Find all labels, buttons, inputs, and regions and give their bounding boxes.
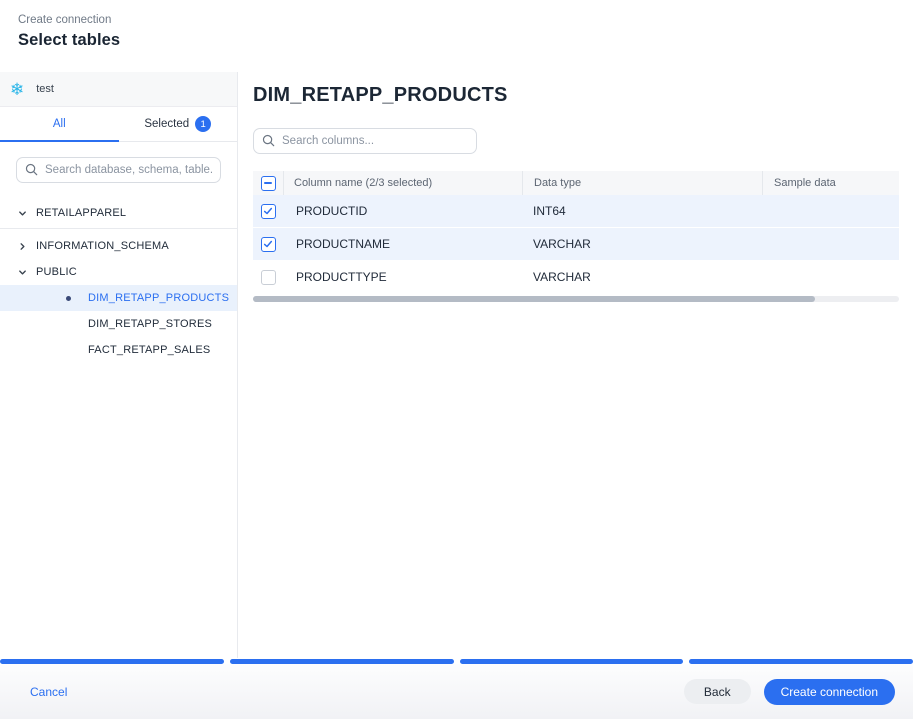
columns-search — [253, 128, 477, 154]
table-label: FACT_RETAPP_SALES — [88, 344, 210, 356]
step-segment — [689, 659, 913, 664]
create-connection-page: Create connection Select tables ❄ test A… — [0, 0, 913, 719]
sample-data-cell — [762, 261, 899, 293]
search-icon — [262, 134, 275, 147]
selected-dot-icon — [66, 296, 71, 301]
column-name-cell: PRODUCTTYPE — [283, 261, 522, 293]
table-row-productname[interactable]: PRODUCTNAME VARCHAR — [253, 228, 899, 261]
column-name-cell: PRODUCTID — [283, 195, 522, 227]
database-label: RETAILAPPAREL — [36, 207, 126, 219]
breadcrumb: Create connection — [18, 14, 913, 26]
horizontal-scrollbar[interactable] — [253, 296, 899, 302]
step-segment — [460, 659, 684, 664]
data-type-cell: VARCHAR — [522, 261, 762, 293]
tab-selected-label: Selected — [144, 118, 189, 130]
table-label: DIM_RETAPP_PRODUCTS — [88, 292, 229, 304]
tree-item-schema-public[interactable]: PUBLIC — [0, 259, 237, 285]
sample-data-cell — [762, 228, 899, 260]
top-header: Create connection Select tables — [0, 0, 913, 72]
schema-label: PUBLIC — [36, 266, 77, 278]
columns-table-header: Column name (2/3 selected) Data type Sam… — [253, 171, 899, 195]
sample-data-header: Sample data — [762, 171, 899, 195]
sample-data-cell — [762, 195, 899, 227]
tree-item-table-dim-retapp-products[interactable]: DIM_RETAPP_PRODUCTS — [0, 285, 237, 311]
chevron-down-icon — [18, 268, 36, 277]
row-checkbox[interactable] — [261, 270, 276, 285]
sidebar-tabs: All Selected 1 — [0, 107, 237, 142]
divider — [0, 228, 237, 229]
select-all-checkbox[interactable] — [261, 176, 276, 191]
footer: Cancel Back Create connection — [0, 664, 913, 719]
sidebar-search-input[interactable] — [16, 157, 221, 183]
cancel-link[interactable]: Cancel — [30, 685, 67, 699]
main-panel: DIM_RETAPP_PRODUCTS Column name (2/3 sel… — [238, 72, 913, 658]
snowflake-icon: ❄ — [10, 81, 24, 98]
tab-selected[interactable]: Selected 1 — [119, 107, 238, 141]
column-name-header: Column name (2/3 selected) — [283, 171, 522, 195]
chevron-right-icon — [18, 242, 36, 251]
step-segment — [230, 659, 454, 664]
row-checkbox[interactable] — [261, 237, 276, 252]
create-connection-button[interactable]: Create connection — [764, 679, 895, 705]
data-type-header: Data type — [522, 171, 762, 195]
sidebar: ❄ test All Selected 1 — [0, 72, 238, 658]
connection-header: ❄ test — [0, 72, 237, 107]
data-type-cell: VARCHAR — [522, 228, 762, 260]
columns-table: Column name (2/3 selected) Data type Sam… — [253, 171, 899, 302]
tab-all[interactable]: All — [0, 107, 119, 141]
table-row-producttype[interactable]: PRODUCTTYPE VARCHAR — [253, 261, 899, 294]
tree-item-schema-information-schema[interactable]: INFORMATION_SCHEMA — [0, 233, 237, 259]
data-type-cell: INT64 — [522, 195, 762, 227]
tab-all-label: All — [53, 118, 66, 130]
back-button[interactable]: Back — [684, 679, 751, 704]
schema-label: INFORMATION_SCHEMA — [36, 240, 169, 252]
table-row-productid[interactable]: PRODUCTID INT64 — [253, 195, 899, 228]
step-segment — [0, 659, 224, 664]
selected-count-badge: 1 — [195, 116, 211, 132]
column-name-cell: PRODUCTNAME — [283, 228, 522, 260]
connection-name: test — [36, 83, 54, 95]
horizontal-scrollbar-thumb[interactable] — [253, 296, 815, 302]
columns-search-input[interactable] — [253, 128, 477, 154]
tree-item-database[interactable]: RETAILAPPAREL — [0, 199, 237, 227]
chevron-down-icon — [18, 209, 36, 218]
selected-table-title: DIM_RETAPP_PRODUCTS — [253, 84, 899, 107]
table-label: DIM_RETAPP_STORES — [88, 318, 212, 330]
tree-item-table-fact-retapp-sales[interactable]: FACT_RETAPP_SALES — [0, 337, 237, 363]
page-title: Select tables — [18, 31, 913, 50]
search-icon — [25, 163, 38, 176]
row-checkbox[interactable] — [261, 204, 276, 219]
object-tree: RETAILAPPAREL INFORMATION_SCHEMA PUBLIC — [0, 199, 237, 363]
tree-item-table-dim-retapp-stores[interactable]: DIM_RETAPP_STORES — [0, 311, 237, 337]
sidebar-search — [16, 157, 221, 183]
